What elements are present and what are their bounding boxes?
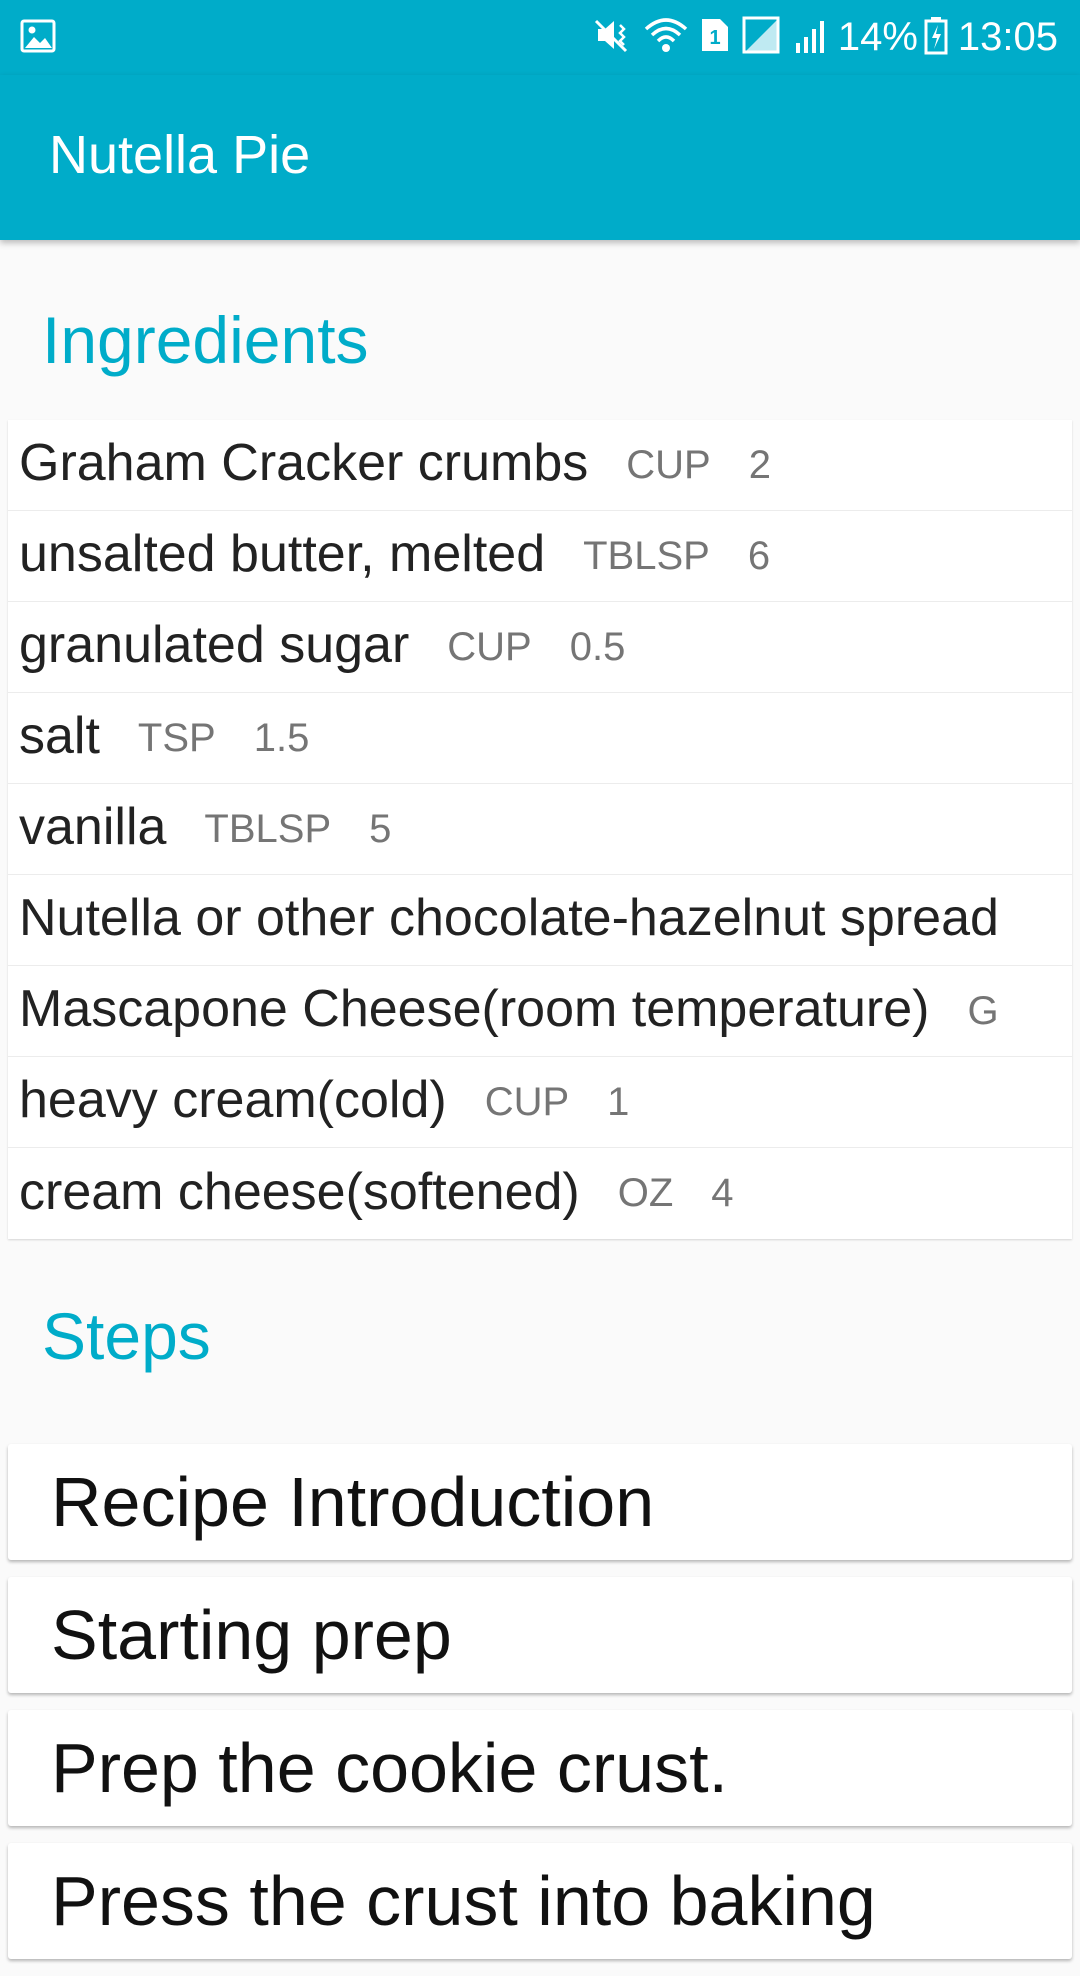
ingredient-name: Graham Cracker crumbs <box>19 434 589 492</box>
ingredients-heading: Ingredients <box>42 303 369 377</box>
ingredient-row: salt TSP 1.5 <box>8 693 1072 784</box>
ingredient-name: cream cheese(softened) <box>19 1162 580 1221</box>
ingredient-row: heavy cream(cold) CUP 1 <box>8 1057 1072 1148</box>
ingredient-name: unsalted butter, melted <box>19 525 546 583</box>
ingredient-quantity: 6 <box>747 533 771 578</box>
ingredient-quantity: 1.5 <box>253 715 310 760</box>
signal-icon <box>742 15 782 60</box>
status-left <box>20 18 56 59</box>
ingredient-name: salt <box>19 707 100 765</box>
ingredient-row: Nutella or other chocolate-hazelnut spre… <box>8 875 1072 966</box>
ingredient-measure: TSP <box>137 715 216 760</box>
clock: 13:05 <box>957 15 1058 59</box>
ingredient-name: heavy cream(cold) <box>19 1071 447 1129</box>
ingredient-row: granulated sugar CUP 0.5 <box>8 602 1072 693</box>
ingredient-name: Nutella or other chocolate-hazelnut spre… <box>19 889 999 947</box>
ingredient-quantity: 4 <box>711 1171 734 1215</box>
signal-2-icon <box>794 15 828 60</box>
status-bar: 1 14% 13:05 <box>0 0 1080 75</box>
ingredient-measure: TBLSP <box>204 806 332 851</box>
wifi-icon <box>644 15 688 60</box>
ingredient-measure: CUP <box>626 442 711 487</box>
ingredient-name: Mascapone Cheese(room temperature) <box>19 980 930 1038</box>
ingredient-row: cream cheese(softened) OZ 4 <box>8 1148 1072 1239</box>
ingredient-measure: CUP <box>484 1079 570 1124</box>
ingredient-quantity: 5 <box>369 806 392 851</box>
ingredient-name: vanilla <box>19 798 167 856</box>
step-label: Press the crust into baking <box>51 1862 876 1940</box>
app-bar: Nutella Pie <box>0 75 1080 240</box>
battery-percentage: 14% <box>837 15 918 59</box>
ingredient-row: Graham Cracker crumbs CUP 2 <box>8 420 1072 511</box>
ingredient-row: Mascapone Cheese(room temperature) G <box>8 966 1072 1057</box>
status-right: 1 14% 13:05 <box>580 12 1058 62</box>
ingredient-name: granulated sugar <box>19 616 410 674</box>
page-title: Nutella Pie <box>49 125 311 185</box>
ingredient-measure: TBLSP <box>583 533 710 578</box>
step-card-starting-prep[interactable]: Starting prep <box>8 1577 1072 1693</box>
step-label: Starting prep <box>51 1596 452 1674</box>
step-card-prep-cookie-crust[interactable]: Prep the cookie crust. <box>8 1710 1072 1826</box>
ingredient-row: vanilla TBLSP 5 <box>8 784 1072 875</box>
steps-heading: Steps <box>42 1299 211 1373</box>
ingredient-row: unsalted butter, melted TBLSP 6 <box>8 511 1072 602</box>
ingredient-measure: CUP <box>447 624 532 669</box>
step-label: Recipe Introduction <box>51 1463 655 1541</box>
step-card-press-crust[interactable]: Press the crust into baking <box>8 1843 1072 1959</box>
step-card-recipe-introduction[interactable]: Recipe Introduction <box>8 1444 1072 1560</box>
ingredients-list: Graham Cracker crumbs CUP 2 unsalted but… <box>8 420 1072 1239</box>
ingredient-quantity: 0.5 <box>569 624 626 669</box>
svg-text:1: 1 <box>709 27 720 49</box>
ingredient-measure: OZ <box>617 1171 674 1215</box>
mute-vibrate-icon <box>592 15 632 60</box>
ingredient-measure: G <box>967 988 999 1033</box>
sim-1-icon: 1 <box>700 17 730 58</box>
ingredient-quantity: 2 <box>748 442 771 487</box>
steps-list: Recipe Introduction Starting prep Prep t… <box>8 1444 1072 1976</box>
ingredient-quantity: 1 <box>607 1079 630 1124</box>
image-icon <box>20 18 56 59</box>
step-label: Prep the cookie crust. <box>51 1729 728 1807</box>
battery-icon <box>924 15 948 60</box>
